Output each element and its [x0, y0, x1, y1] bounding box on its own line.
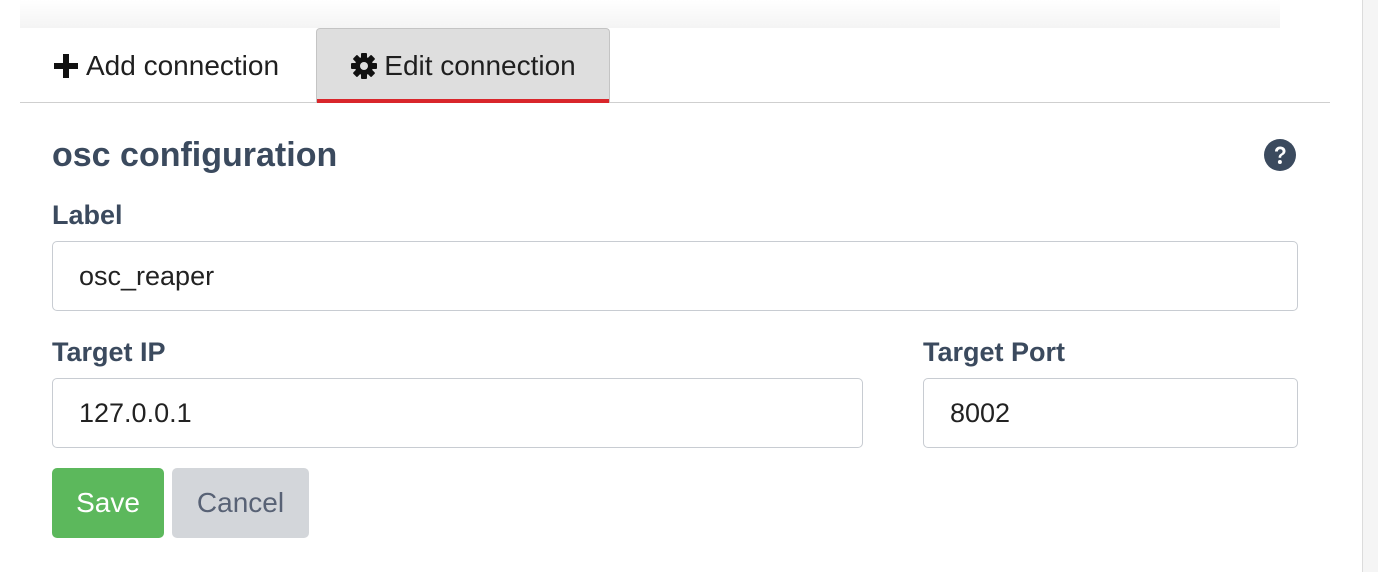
- tab-edit-connection[interactable]: Edit connection: [316, 28, 610, 103]
- cancel-button[interactable]: Cancel: [172, 468, 309, 538]
- target-ip-input[interactable]: [52, 378, 863, 448]
- active-tab-indicator: [317, 99, 609, 103]
- tab-edit-label: Edit connection: [384, 50, 576, 81]
- label-field-label: Label: [52, 200, 123, 230]
- section-title: osc configuration: [52, 136, 338, 174]
- target-port-input[interactable]: [923, 378, 1298, 448]
- top-shadow: [20, 0, 1280, 28]
- target-ip-label: Target IP: [52, 337, 166, 367]
- tab-add-connection[interactable]: Add connection: [52, 28, 314, 103]
- gear-icon: [350, 52, 378, 80]
- tab-bar: Add connection Edit connection: [20, 28, 1330, 103]
- page: Add connection Edit connection osc confi…: [0, 0, 1378, 572]
- plus-icon: [52, 52, 80, 80]
- scrollbar-track[interactable]: [1362, 0, 1378, 572]
- label-input[interactable]: [52, 241, 1298, 311]
- tab-add-label: Add connection: [86, 49, 280, 81]
- connection-panel: Add connection Edit connection osc confi…: [20, 28, 1330, 572]
- target-port-label: Target Port: [923, 337, 1066, 367]
- question-circle-icon[interactable]: [1263, 138, 1297, 172]
- save-button[interactable]: Save: [52, 468, 164, 538]
